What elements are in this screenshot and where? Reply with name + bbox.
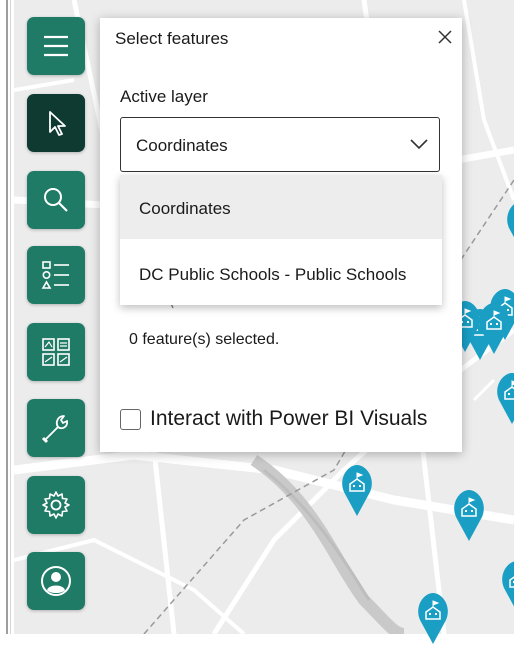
school-pin-icon[interactable] xyxy=(416,592,450,651)
window-border xyxy=(6,0,8,634)
wrench-icon xyxy=(41,415,68,444)
interact-checkbox[interactable] xyxy=(120,408,141,430)
hamburger-menu-icon xyxy=(44,35,68,57)
select-tool-button[interactable] xyxy=(27,94,85,152)
active-layer-value: Coordinates xyxy=(136,136,228,155)
layer-list-icon xyxy=(41,261,69,289)
map-toolbar xyxy=(27,0,87,634)
school-pin-icon[interactable] xyxy=(477,302,511,361)
search-button[interactable] xyxy=(27,171,85,229)
window-border-inner xyxy=(10,0,11,634)
cursor-arrow-icon xyxy=(49,111,66,136)
layer-option-dc-public-schools[interactable]: DC Public Schools - Public Schools xyxy=(120,241,442,305)
layer-option-coordinates[interactable]: Coordinates xyxy=(120,175,442,239)
settings-button[interactable] xyxy=(27,476,85,534)
chevron-down-icon xyxy=(410,139,428,150)
school-pin-icon[interactable] xyxy=(340,464,374,523)
gear-icon xyxy=(42,491,70,519)
menu-button[interactable] xyxy=(27,17,85,75)
school-pin-icon[interactable] xyxy=(495,372,514,431)
interact-label: Interact with Power BI Visuals xyxy=(150,407,428,430)
account-button[interactable] xyxy=(27,552,85,610)
analysis-button[interactable] xyxy=(27,323,85,381)
interact-option[interactable]: Interact with Power BI Visuals xyxy=(120,407,427,431)
school-pin-icon[interactable] xyxy=(505,200,514,259)
school-pin-icon[interactable] xyxy=(452,489,486,548)
active-layer-dropdown[interactable]: Coordinates xyxy=(120,117,440,172)
search-icon xyxy=(44,188,68,212)
layer-list-button[interactable] xyxy=(27,246,85,304)
tools-button[interactable] xyxy=(27,399,85,457)
option-label: DC Public Schools - Public Schools xyxy=(139,265,407,284)
panel-title: Select features xyxy=(115,29,229,48)
selection-count: 0 feature(s) selected. xyxy=(129,331,280,348)
close-icon[interactable] xyxy=(434,26,456,48)
school-pin-icon[interactable] xyxy=(500,560,514,619)
grid-analysis-icon xyxy=(42,338,70,366)
user-icon xyxy=(41,566,71,596)
option-label: Coordinates xyxy=(139,199,231,218)
layer-options-list: Coordinates DC Public Schools - Public S… xyxy=(120,175,442,305)
active-layer-label: Active layer xyxy=(120,87,208,106)
